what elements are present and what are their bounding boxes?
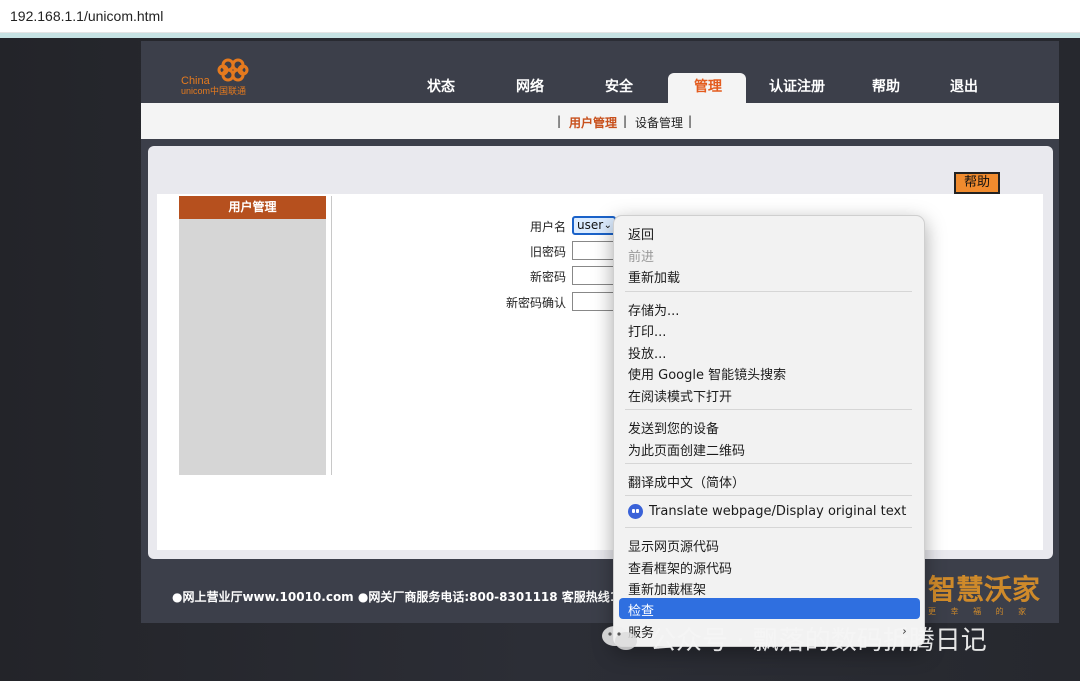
old-password-field[interactable] bbox=[572, 241, 616, 260]
old-password-label: 旧密码 bbox=[529, 245, 566, 259]
confirm-password-field[interactable] bbox=[572, 292, 616, 311]
menu-separator bbox=[625, 409, 912, 410]
logo-text-china: China bbox=[181, 75, 210, 87]
sidebar-title[interactable]: 用户管理 bbox=[179, 196, 326, 219]
menu-separator bbox=[625, 291, 912, 292]
subnav-separator: | bbox=[623, 114, 628, 128]
menu-separator bbox=[625, 527, 912, 528]
menu-item-view-frame-source[interactable]: 查看框架的源代码 bbox=[628, 558, 732, 577]
translate-extension-icon bbox=[628, 504, 643, 519]
menu-item-qr-code[interactable]: 为此页面创建二维码 bbox=[628, 440, 745, 459]
watermark-text: 公众号 · 飘落的数码折腾日记 bbox=[650, 626, 987, 656]
menu-item-print[interactable]: 打印... bbox=[628, 321, 666, 340]
subnav-device-management[interactable]: 设备管理 bbox=[635, 114, 683, 131]
wechat-icon bbox=[602, 626, 637, 650]
logo-text-unicom: unicom中国联通 bbox=[181, 86, 247, 96]
nav-management[interactable]: 管理 bbox=[673, 76, 743, 96]
url-text[interactable]: 192.168.1.1/unicom.html bbox=[10, 8, 163, 24]
menu-item-reload-frame[interactable]: 重新加载框架 bbox=[628, 579, 706, 598]
menu-separator bbox=[625, 495, 912, 496]
nav-status[interactable]: 状态 bbox=[406, 76, 476, 96]
menu-item-forward[interactable]: 前进 bbox=[628, 246, 654, 265]
menu-item-view-source[interactable]: 显示网页源代码 bbox=[628, 536, 719, 555]
help-button[interactable]: 帮助 bbox=[954, 172, 1000, 194]
menu-item-reload[interactable]: 重新加载 bbox=[628, 267, 680, 286]
subnav-separator: | bbox=[688, 114, 693, 128]
menu-item-back[interactable]: 返回 bbox=[628, 224, 654, 243]
menu-item-save-as[interactable]: 存储为... bbox=[628, 300, 679, 319]
nav-network[interactable]: 网络 bbox=[495, 76, 565, 96]
sidebar-divider bbox=[331, 196, 332, 475]
username-label: 用户名 bbox=[529, 220, 566, 234]
new-password-label: 新密码 bbox=[529, 270, 566, 284]
address-bar[interactable]: 192.168.1.1/unicom.html bbox=[0, 0, 1080, 33]
footer-info: ●网上营业厅www.10010.com ●网关厂商服务电话:800-830111… bbox=[172, 590, 652, 604]
brand-logo: 智慧沃家 bbox=[928, 573, 1041, 606]
sidebar bbox=[179, 196, 326, 475]
subnav-separator: | bbox=[557, 114, 562, 128]
menu-item-reader-mode[interactable]: 在阅读模式下打开 bbox=[628, 386, 732, 405]
menu-item-translate-chinese[interactable]: 翻译成中文（简体） bbox=[628, 472, 745, 491]
username-select[interactable]: user ⌄ bbox=[572, 216, 616, 235]
nav-security[interactable]: 安全 bbox=[584, 76, 654, 96]
brand-tagline: 更 幸 福 的 家 bbox=[928, 607, 1033, 616]
username-select-value: user bbox=[577, 218, 604, 232]
new-password-field[interactable] bbox=[572, 266, 616, 285]
menu-item-google-lens[interactable]: 使用 Google 智能镜头搜索 bbox=[628, 364, 786, 383]
subnav-user-management[interactable]: 用户管理 bbox=[569, 114, 617, 131]
chevron-down-icon: ⌄ bbox=[603, 220, 612, 231]
menu-item-highlight bbox=[619, 598, 920, 619]
menu-item-inspect[interactable]: 检查 bbox=[628, 600, 654, 619]
nav-auth-register[interactable]: 认证注册 bbox=[762, 76, 832, 96]
confirm-password-label: 新密码确认 bbox=[505, 296, 566, 310]
menu-item-send-to-devices[interactable]: 发送到您的设备 bbox=[628, 418, 719, 437]
menu-item-cast[interactable]: 投放... bbox=[628, 343, 666, 362]
nav-logout[interactable]: 退出 bbox=[929, 76, 999, 96]
nav-help[interactable]: 帮助 bbox=[851, 76, 921, 96]
menu-item-translate-extension[interactable]: Translate webpage/Display original text bbox=[649, 504, 906, 519]
menu-separator bbox=[625, 463, 912, 464]
